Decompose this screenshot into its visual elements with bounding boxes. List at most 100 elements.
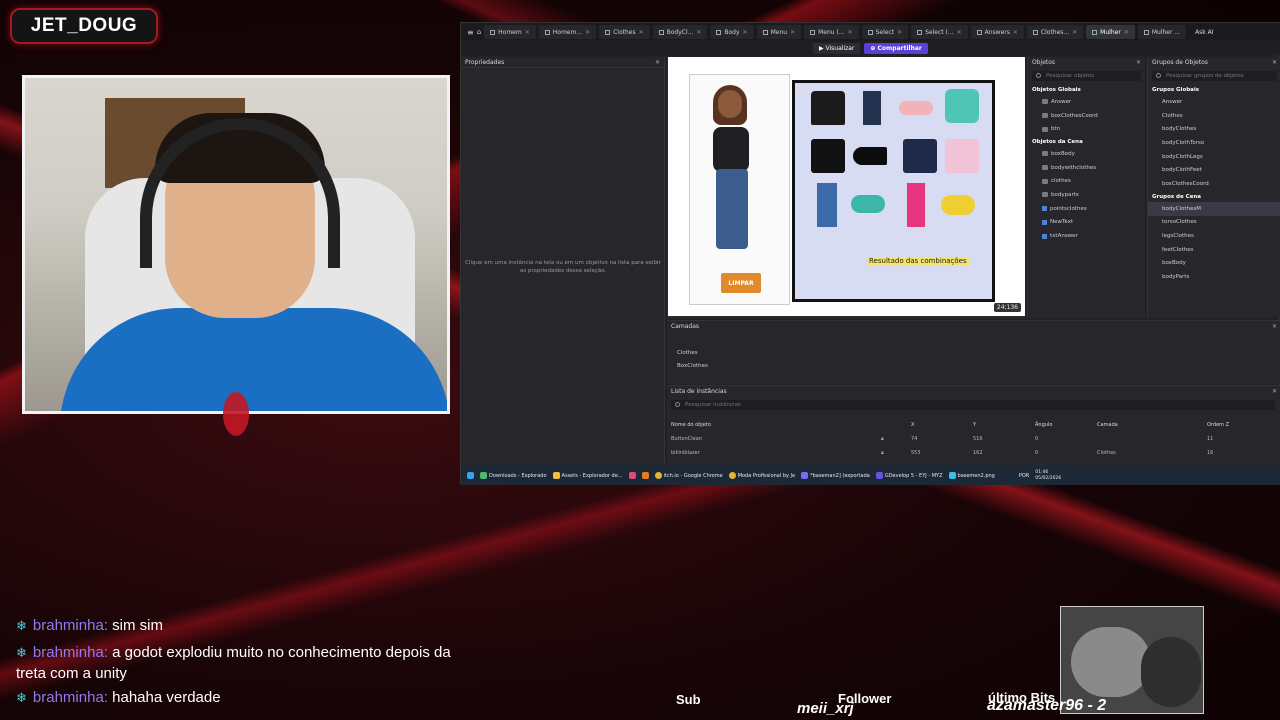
tshirt-pink-icon[interactable] [945,139,979,173]
preview-button[interactable]: ▶ Visualizar [813,42,861,54]
close-icon[interactable]: ✕ [655,59,660,66]
group-item[interactable]: bodyClothLegs [1148,150,1280,164]
taskbar-item[interactable]: GDevelop 5 - EYJ - MYZ [875,472,943,479]
tab-clothes-2[interactable]: Clothes... ✕ [1026,25,1084,39]
editor-tabbar: ≡ ⌂ Homem ✕ Homem... ✕ Clothes ✕ BodyCl... ✕… [461,23,1280,41]
object-item[interactable]: btn [1028,122,1145,136]
object-item[interactable]: clothes [1028,174,1145,188]
heels-black-icon[interactable] [853,147,887,165]
windows-start-icon[interactable] [467,472,474,479]
taskbar-item[interactable]: Moda Profissional by Je [728,472,795,479]
jacket-leather-icon[interactable] [811,139,845,173]
tab-body[interactable]: Body ✕ [710,25,754,39]
tab-bodycl[interactable]: BodyCl... ✕ [652,25,708,39]
jeans-blue-icon[interactable] [817,183,837,227]
taskbar-item[interactable]: basemen2.png [948,472,995,479]
image-icon [801,472,809,479]
close-icon[interactable]: ✕ [1272,323,1277,330]
app-icon[interactable] [628,472,636,479]
taskbar-item[interactable]: itch.io - Google Chrome [654,472,723,479]
layer-item[interactable]: Clothes [677,346,1280,359]
group-item[interactable]: bodyClothFeet [1148,163,1280,177]
global-objects-header[interactable]: Objetos Globais [1028,84,1145,95]
result-label: Resultado das combinações [867,257,969,265]
tab-mulher-2[interactable]: Mulher ... [1137,25,1187,39]
object-item[interactable]: Answer [1028,95,1145,109]
folder-icon [1042,113,1048,119]
close-icon[interactable]: ✕ [1272,59,1277,66]
object-item[interactable]: NewText [1028,216,1145,230]
home-icon[interactable]: ⌂ [477,28,481,36]
menu-icon[interactable]: ≡ [467,28,474,37]
tab-select-2[interactable]: Select (... ✕ [911,25,968,39]
group-item[interactable]: bodyClothes [1148,122,1280,136]
scene-groups-header[interactable]: Grupos de Cena [1148,191,1280,202]
image-icon [948,472,956,479]
tab-homem-2[interactable]: Homem... ✕ [538,25,597,39]
person-shape [1141,637,1201,707]
taskbar-item[interactable]: *baseman2] (exportada [801,472,870,479]
group-item[interactable]: boxClothesCoord [1148,177,1280,191]
ask-ai-button[interactable]: Ask AI [1195,29,1214,36]
tab-clothes[interactable]: Clothes ✕ [599,25,650,39]
tab-mulher[interactable]: Mulher ✕ [1086,25,1135,39]
layer-item[interactable]: BoxClothes [677,359,1280,372]
flats-pink-icon[interactable] [899,101,933,115]
search-icon [1036,73,1041,78]
share-button[interactable]: ⊕ Compartilhar [864,42,928,54]
group-item[interactable]: bodyParts [1148,270,1280,284]
objects-search-input[interactable]: Pesquisar objetos [1032,71,1141,81]
chat-message: ❄ brahminha: a godot explodiu muito no co… [16,644,451,682]
instances-panel: Lista de instâncias ✕ Pesquisar instânci… [667,385,1280,469]
global-groups-header[interactable]: Grupos Globais [1148,84,1280,95]
table-row[interactable]: ButtonClean 🔒︎ 74 516 0 11 [671,432,1279,446]
tab-homem[interactable]: Homem ✕ [484,25,536,39]
app-icon[interactable] [641,472,649,479]
group-item[interactable]: boxBody [1148,257,1280,271]
instances-search-input[interactable]: Pesquisar instâncias [671,400,1275,410]
close-icon[interactable]: ✕ [1272,388,1277,395]
pants-blue-icon[interactable] [863,91,881,125]
group-item[interactable]: bodyClothTorso [1148,136,1280,150]
shirt-black-icon[interactable] [811,91,845,125]
object-item[interactable]: txtAnswer [1028,229,1145,243]
groups-search-input[interactable]: Pesquisar grupos de objetos [1152,71,1277,81]
group-item[interactable]: legsClothes [1148,229,1280,243]
pants-pink-icon[interactable] [907,183,925,227]
tab-answers[interactable]: Answers ✕ [970,25,1024,39]
folder-icon [1042,99,1048,105]
object-item[interactable]: bodywithclothes [1028,161,1145,175]
table-row[interactable]: bikiniblazer 🔒︎ 553 162 0 Clothes 16 [671,446,1279,460]
group-item[interactable]: torsoClothes [1148,216,1280,230]
taskbar-item[interactable]: Downloads - Explorado [480,472,547,479]
mic-indicator-icon [223,392,249,436]
object-item[interactable]: boxClothesCoord [1028,109,1145,123]
sandals-yellow-icon[interactable] [941,195,975,215]
lock-icon: 🔒︎ [881,450,884,456]
group-item-selected[interactable]: bodyClothesM [1148,201,1280,216]
avatar-jeans [716,169,748,249]
scene-objects-header[interactable]: Objetos da Cena [1028,136,1145,147]
snowflake-icon: ❄ [16,690,27,705]
group-item[interactable]: feetClothes [1148,243,1280,257]
close-icon[interactable]: ✕ [1136,59,1141,66]
tab-menu-2[interactable]: Menu (... ✕ [804,25,859,39]
clear-button[interactable]: LIMPAR [721,273,761,293]
group-item[interactable]: Answer [1148,95,1280,109]
scene-viewport[interactable]: LIMPAR Resultado das combinações 24;136 [667,57,1025,318]
folder-icon [1042,192,1048,198]
sneakers-teal-icon[interactable] [851,195,885,213]
search-icon [1156,73,1161,78]
tab-menu[interactable]: Menu ✕ [756,25,802,39]
taskbar-item[interactable]: Assets - Explorador de... [552,472,623,479]
object-item[interactable]: boxBody [1028,147,1145,161]
blazer-navy-icon[interactable] [903,139,937,173]
object-item[interactable]: pointsclothes [1028,202,1145,216]
object-item[interactable]: bodyparts [1028,188,1145,202]
tab-select[interactable]: Select ✕ [861,25,909,39]
clock[interactable]: 01:46 05/02/2026 [1035,470,1061,482]
scene-canvas[interactable]: LIMPAR Resultado das combinações 24;136 [668,57,1025,316]
language-indicator[interactable]: POR [1019,473,1029,479]
group-item[interactable]: Clothes [1148,109,1280,123]
skirt-floral-icon[interactable] [945,89,979,123]
